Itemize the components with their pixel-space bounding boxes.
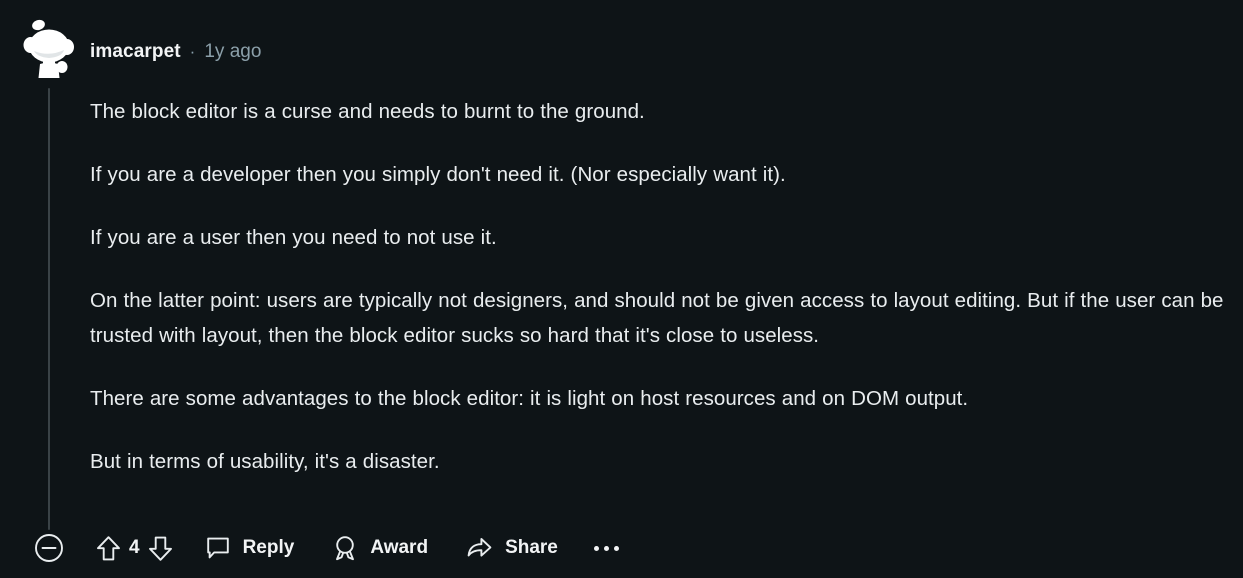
comment-thread: imacarpet · 1y ago The block editor is a… <box>0 0 1243 578</box>
downvote-arrow-icon <box>149 536 173 561</box>
upvote-arrow-icon <box>96 535 120 560</box>
comment-paragraph: The block editor is a curse and needs to… <box>90 100 645 123</box>
vote-group: 4 <box>93 531 176 565</box>
upvote-button[interactable] <box>93 531 123 565</box>
comment-timestamp: 1y ago <box>204 41 262 62</box>
speech-bubble-icon <box>206 537 229 559</box>
vote-count: 4 <box>129 537 140 558</box>
more-horizontal-icon <box>594 545 620 551</box>
avatar[interactable] <box>22 18 76 78</box>
author-username[interactable]: imacarpet <box>90 41 181 63</box>
comment-body: The block editor is a curse and needs to… <box>90 94 1225 479</box>
reply-label: Reply <box>242 537 295 558</box>
downvote-button[interactable] <box>146 531 176 565</box>
award-medal-icon <box>336 535 355 560</box>
comment-paragraph: On the latter point: users are typically… <box>90 289 1224 347</box>
share-button[interactable]: Share <box>466 535 558 561</box>
comment-meta: imacarpet · 1y ago <box>90 41 261 63</box>
meta-separator: · <box>189 41 196 61</box>
comment-paragraph: But in terms of usability, it's a disast… <box>90 450 440 473</box>
comment-paragraph: There are some advantages to the block e… <box>90 387 969 410</box>
comment-paragraph: If you are a user then you need to not u… <box>90 226 497 249</box>
thread-line[interactable] <box>48 88 50 530</box>
award-button[interactable]: Award <box>332 535 428 562</box>
minus-circle-icon <box>35 534 63 562</box>
comment-paragraph: If you are a developer then you simply d… <box>90 163 786 186</box>
award-label: Award <box>370 537 429 558</box>
share-label: Share <box>505 537 558 558</box>
share-arrow-icon <box>467 538 492 557</box>
comment-action-bar: 4 Reply Award Share <box>33 528 624 568</box>
collapse-thread-button[interactable] <box>33 532 65 564</box>
reply-button[interactable]: Reply <box>205 535 295 561</box>
more-options-button[interactable] <box>590 531 624 565</box>
snoo-avatar-icon <box>23 19 74 78</box>
